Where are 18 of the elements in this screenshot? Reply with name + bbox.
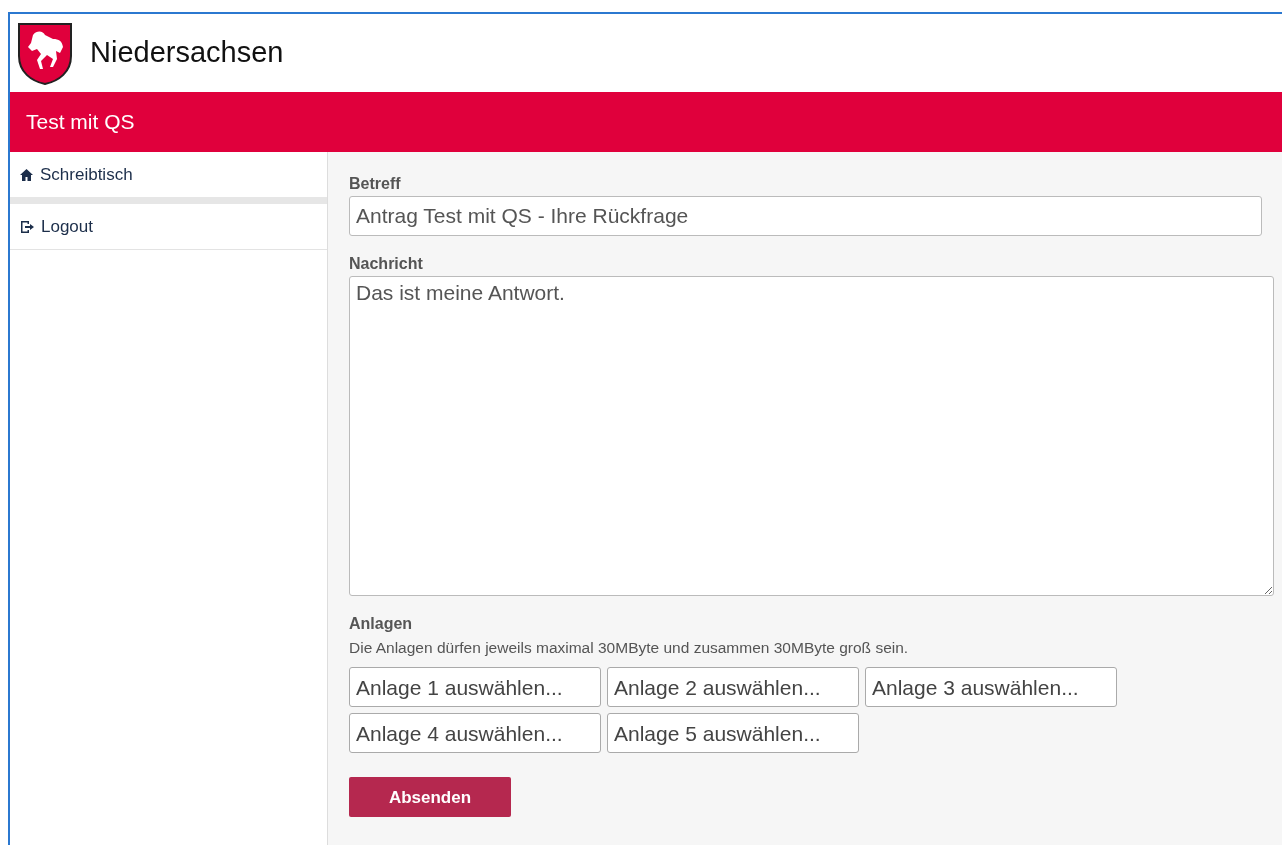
site-title: Niedersachsen	[90, 35, 284, 71]
hint-text: Die Anlagen dürfen jeweils maximal 30MByte und zusammen 30MByte groß sein.	[349, 638, 910, 658]
file-select-button[interactable]: Anlage 4 auswählen...	[349, 713, 601, 754]
message-field[interactable]: Das ist meine Antwort.	[349, 276, 1274, 596]
coat-of-arms-logo	[16, 21, 74, 85]
home-icon	[20, 168, 33, 181]
submit-button[interactable]: Absenden	[349, 777, 511, 818]
file-select-button[interactable]: Anlage 5 auswählen...	[607, 713, 859, 754]
file-select-button[interactable]: Anlage 1 auswählen...	[349, 667, 601, 708]
page-title: Test mit QS	[26, 109, 135, 136]
subject-field[interactable]: Antrag Test mit QS - Ihre Rückfrage	[349, 196, 1262, 236]
field-label: Betreff	[349, 174, 401, 194]
logout-icon	[20, 219, 34, 234]
field-label: Nachricht	[349, 254, 423, 274]
file-select-button[interactable]: Anlage 2 auswählen...	[607, 667, 859, 708]
field-label: Anlagen	[349, 614, 414, 634]
sidebar-item[interactable]: Logout	[10, 204, 327, 250]
file-select-button[interactable]: Anlage 3 auswählen...	[865, 667, 1117, 708]
